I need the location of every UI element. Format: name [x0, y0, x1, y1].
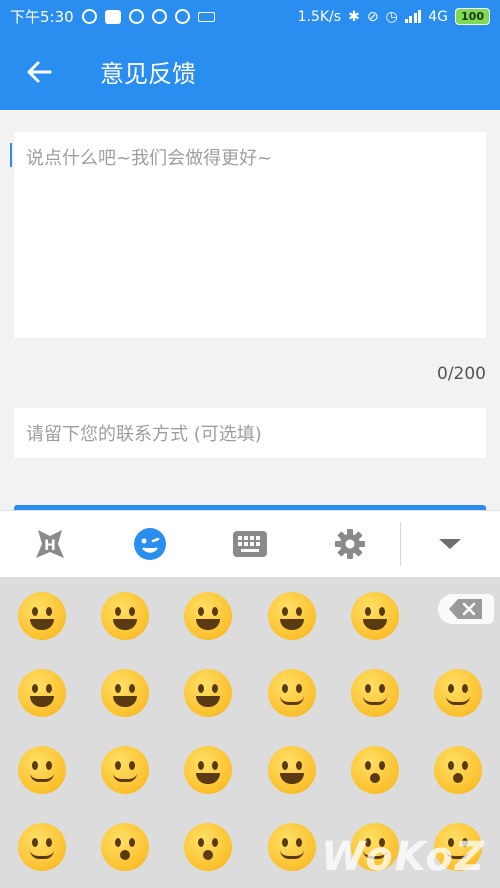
- page-title: 意见反馈: [100, 60, 196, 88]
- settings-icon: [335, 529, 365, 559]
- emoji-kissing-heart[interactable]: [333, 731, 416, 809]
- status-time: 下午5:30: [10, 8, 74, 26]
- battery-indicator: 100: [455, 8, 490, 25]
- network-speed: 1.5K/s: [297, 8, 342, 25]
- chrome-notification-icon: [151, 9, 167, 24]
- emoji-rofl[interactable]: [83, 654, 166, 732]
- collapse-keyboard-button[interactable]: [400, 511, 500, 578]
- kissing-closed-eyes-icon: [100, 823, 149, 871]
- relaxed-icon: [17, 823, 66, 871]
- sweat-smile-icon: [17, 669, 66, 717]
- grin-icon: [267, 592, 316, 640]
- emoji-grinning[interactable]: [0, 577, 83, 655]
- text-cursor: [10, 143, 12, 167]
- settings-button[interactable]: [300, 511, 400, 578]
- keyboard-notification-icon: [197, 11, 215, 22]
- heart-eyes-icon: [183, 746, 232, 794]
- toolbar-divider: [400, 522, 401, 566]
- character-counter: 0/200: [437, 364, 486, 384]
- bluetooth-icon: ✱: [348, 8, 360, 25]
- watermark: WoKoZ: [321, 834, 486, 880]
- signal-icon: [404, 10, 422, 23]
- innocent-icon: [100, 746, 149, 794]
- delete-key[interactable]: [438, 594, 494, 624]
- status-bar: 下午5:30 1.5K/s ✱ ⊘ ◷ 4G 100: [0, 0, 500, 33]
- emoji-smiley[interactable]: [83, 577, 166, 655]
- feedback-placeholder: 说点什么吧~我们会做得更好~: [26, 148, 273, 169]
- kissing-smiling-eyes-icon: [183, 823, 232, 871]
- contact-input[interactable]: 请留下您的联系方式 (可选填): [14, 408, 486, 458]
- emoji-laughing[interactable]: [333, 577, 416, 655]
- collapse-icon: [439, 539, 461, 549]
- app-logo-button[interactable]: H: [0, 511, 100, 578]
- app-logo-icon: H: [36, 530, 64, 558]
- kissing-icon: [433, 746, 482, 794]
- emoji-kissing[interactable]: [416, 731, 499, 809]
- contact-placeholder: 请留下您的联系方式 (可选填): [26, 424, 262, 445]
- grinning-icon: [17, 592, 66, 640]
- emoji-kissing-smiling-eyes[interactable]: [166, 808, 249, 886]
- back-button[interactable]: [0, 33, 78, 110]
- emoji-sweat-smile[interactable]: [0, 654, 83, 732]
- keyboard-icon: [233, 531, 267, 557]
- browser-notification-icon: [128, 9, 144, 24]
- emoji-innocent[interactable]: [83, 731, 166, 809]
- emoji-heart-eyes[interactable]: [166, 731, 249, 809]
- rofl-icon: [100, 669, 149, 717]
- emoji-wink[interactable]: [416, 654, 499, 732]
- emoji-tab-button[interactable]: [100, 511, 200, 578]
- laughing-icon: [350, 592, 399, 640]
- keyboard-toolbar: H: [0, 510, 500, 577]
- backspace-icon: [449, 599, 482, 619]
- feedback-input[interactable]: 说点什么吧~我们会做得更好~: [14, 132, 486, 338]
- keyboard-tab-button[interactable]: [200, 511, 300, 578]
- app-bar: 意见反馈: [0, 33, 500, 110]
- upside-down-icon: [350, 669, 399, 717]
- blush-icon: [17, 746, 66, 794]
- network-type: 4G: [428, 8, 449, 25]
- emoji-blush[interactable]: [0, 731, 83, 809]
- alarm-icon: ◷: [385, 8, 398, 25]
- yum-icon: [267, 823, 316, 871]
- emoji-upside-down[interactable]: [333, 654, 416, 732]
- svg-text:H: H: [44, 538, 56, 554]
- circle-notification-icon: [174, 9, 190, 24]
- star-struck-icon: [267, 746, 316, 794]
- kissing-heart-icon: [350, 746, 399, 794]
- mute-icon: ⊘: [366, 8, 379, 25]
- emoji-joy[interactable]: [166, 654, 249, 732]
- joy-icon: [183, 669, 232, 717]
- emoji-icon: [134, 528, 166, 560]
- emoji-relaxed[interactable]: [0, 808, 83, 886]
- back-arrow-icon: [27, 61, 52, 82]
- emoji-kissing-closed-eyes[interactable]: [83, 808, 166, 886]
- smiley-icon: [100, 592, 149, 640]
- emoji-star-struck[interactable]: [250, 731, 333, 809]
- wink-icon: [433, 669, 482, 717]
- slightly-smiling-icon: [267, 669, 316, 717]
- emoji-smile[interactable]: [166, 577, 249, 655]
- smile-icon: [183, 592, 232, 640]
- maps-notification-icon: [104, 9, 121, 24]
- emoji-slightly-smiling[interactable]: [250, 654, 333, 732]
- app-notification-icon: [81, 9, 97, 24]
- emoji-grin[interactable]: [250, 577, 333, 655]
